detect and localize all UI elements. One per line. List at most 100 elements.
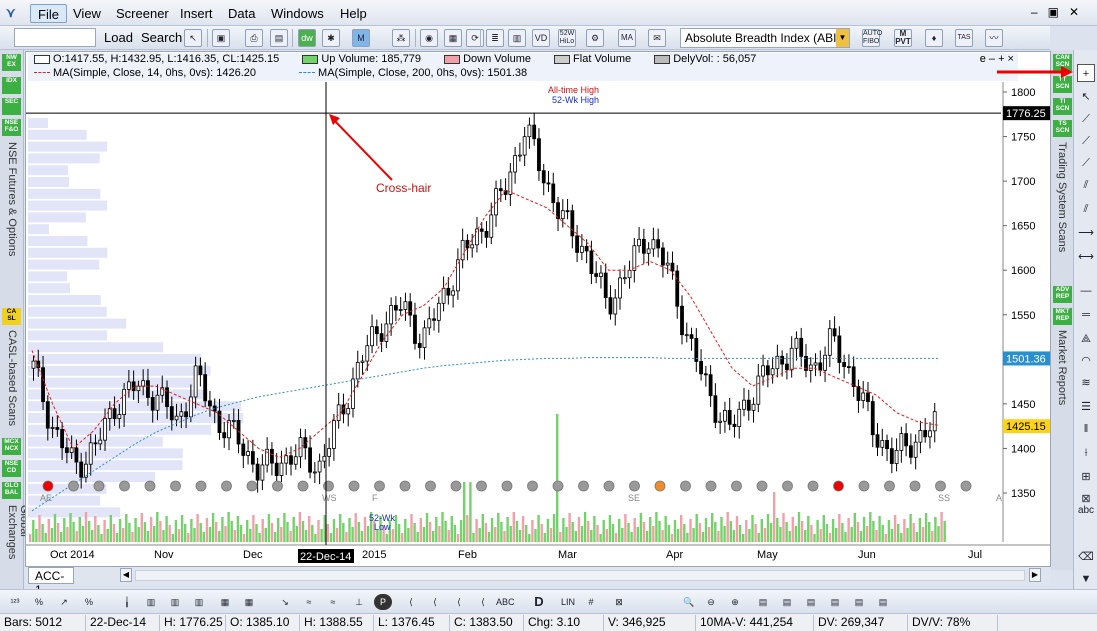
- sec-button[interactable]: SEC: [2, 98, 21, 115]
- scroll-right-icon[interactable]: ▶: [1029, 568, 1041, 582]
- save-icon[interactable]: ▣: [212, 29, 230, 47]
- trend-3-icon[interactable]: ≈: [324, 594, 342, 610]
- idx-button[interactable]: IDX: [2, 77, 21, 94]
- sl-line-tool-icon[interactable]: ⟋: [1077, 132, 1095, 150]
- draw-4-icon[interactable]: ⟨: [474, 594, 492, 610]
- price-chart[interactable]: O:1417.55, H:1432.95, L:1416.35, CL:1425…: [25, 51, 1051, 567]
- report-5-icon[interactable]: ▤: [850, 594, 868, 610]
- globe-icon[interactable]: ◉: [420, 29, 438, 47]
- ray-tool-icon[interactable]: ⟶: [1077, 224, 1095, 242]
- close-icon[interactable]: ✕: [1069, 5, 1089, 19]
- draw-3-icon[interactable]: ⟨: [450, 594, 468, 610]
- app-logo-icon[interactable]: ⋎: [6, 5, 22, 20]
- trading-system-scans-label[interactable]: Trading System Scans: [1056, 142, 1068, 252]
- segment-tool-icon[interactable]: ⟷: [1077, 248, 1095, 266]
- scroll-left-icon[interactable]: ◀: [120, 568, 132, 582]
- chevron-down-icon[interactable]: ▼: [836, 29, 849, 47]
- trend-1-icon[interactable]: ↘: [276, 594, 294, 610]
- fib-time-tool-icon[interactable]: ‖: [1077, 420, 1095, 438]
- nse-cd-button[interactable]: NSE CD: [2, 460, 21, 477]
- cursor-tool-icon[interactable]: ↖: [184, 29, 202, 47]
- crosshair-scale-icon[interactable]: ⊠: [610, 594, 628, 610]
- hline-tool-icon[interactable]: ―: [1077, 282, 1095, 300]
- indicator-icon[interactable]: 〰: [985, 29, 1003, 47]
- casl-panel-label[interactable]: CASL-based Scans: [6, 330, 18, 426]
- casl-button[interactable]: CA SL: [2, 308, 21, 325]
- trend-2-icon[interactable]: ≈: [300, 594, 318, 610]
- nse-fo-panel-label[interactable]: NSE Futures & Options: [6, 142, 18, 256]
- d-style-icon[interactable]: D: [530, 594, 548, 610]
- 52wk-hilo-icon[interactable]: 52W HiLo: [558, 29, 576, 47]
- ti-scn-button[interactable]: TI SCN: [1053, 98, 1072, 115]
- channel-tool-icon[interactable]: ⫽: [1077, 176, 1095, 194]
- search-button[interactable]: Search: [138, 29, 185, 47]
- horizontal-scrollbar[interactable]: [135, 570, 1025, 581]
- zoom-add-icon[interactable]: ⊕: [726, 594, 744, 610]
- eraser-tool-icon[interactable]: ⌫: [1077, 548, 1095, 566]
- minimize-icon[interactable]: –: [1031, 5, 1048, 19]
- report-2-icon[interactable]: ▤: [778, 594, 796, 610]
- menu-screener[interactable]: Screener: [109, 4, 176, 23]
- report-4-icon[interactable]: ▤: [826, 594, 844, 610]
- bar-type-4-icon[interactable]: ▥: [190, 594, 208, 610]
- bar-chart-icon[interactable]: ▥: [508, 29, 526, 47]
- tas-icon[interactable]: TAS: [955, 29, 973, 47]
- report-3-icon[interactable]: ▤: [802, 594, 820, 610]
- refresh-icon[interactable]: ⟳: [466, 29, 484, 47]
- ts-scn-button[interactable]: TS SCN: [1053, 120, 1072, 137]
- menu-file[interactable]: File: [30, 4, 67, 23]
- pointer-tool-icon[interactable]: ↖: [1077, 88, 1095, 106]
- menu-view[interactable]: View: [66, 4, 108, 23]
- fv-icon[interactable]: ≣: [486, 29, 504, 47]
- grid-tool-icon[interactable]: ⊞: [1077, 468, 1095, 486]
- zoom-in-icon[interactable]: 🔍: [680, 594, 698, 610]
- speed-lines-tool-icon[interactable]: ⟊: [1077, 444, 1095, 462]
- restore-icon[interactable]: ▣: [1048, 5, 1069, 19]
- menu-insert[interactable]: Insert: [173, 4, 220, 23]
- bar-type-6-icon[interactable]: ▦: [240, 594, 258, 610]
- market-reports-label[interactable]: Market Reports: [1056, 330, 1068, 405]
- layout-icon[interactable]: ▦: [444, 29, 462, 47]
- fan-tool-icon[interactable]: ⟁: [1077, 330, 1095, 348]
- alert-icon[interactable]: ♦: [925, 29, 943, 47]
- gann-tool-icon[interactable]: ≋: [1077, 374, 1095, 392]
- text-tool-icon[interactable]: abc: [1077, 502, 1095, 520]
- tab-acc-1[interactable]: ACC-1: [28, 567, 74, 597]
- print-preview-icon[interactable]: ▤: [270, 29, 288, 47]
- vd-icon[interactable]: VD: [532, 29, 550, 47]
- parallel-tool-icon[interactable]: ═: [1077, 306, 1095, 324]
- scan-select[interactable]: Absolute Breadth Index (ABI ▼: [680, 28, 850, 48]
- bar-type-5-icon[interactable]: ▦: [216, 594, 234, 610]
- sl-channel-tool-icon[interactable]: ⫽: [1077, 200, 1095, 218]
- report-1-icon[interactable]: ▤: [754, 594, 772, 610]
- menu-windows[interactable]: Windows: [264, 4, 331, 23]
- zoom-out-icon[interactable]: ⊖: [702, 594, 720, 610]
- sl-line2-tool-icon[interactable]: ⟋: [1077, 154, 1095, 172]
- auto-fibo-icon[interactable]: AUTO FIBO: [862, 29, 882, 47]
- indicator-2-icon[interactable]: %: [30, 594, 48, 610]
- abc-label-icon[interactable]: ABC: [496, 594, 515, 610]
- pattern-icon[interactable]: ⁂: [392, 29, 410, 47]
- print-icon[interactable]: ⎙: [245, 29, 263, 47]
- pp-icon[interactable]: P: [374, 594, 392, 610]
- crosshair-tool-icon[interactable]: +: [1077, 64, 1095, 82]
- trendline-tool-icon[interactable]: ⟋: [1077, 110, 1095, 128]
- menu-help[interactable]: Help: [333, 4, 374, 23]
- ma-icon[interactable]: M: [352, 29, 370, 47]
- chart-plot-area[interactable]: 1350140014501500155016001650170017501800…: [26, 52, 1050, 566]
- fib-tool-icon[interactable]: ☰: [1077, 398, 1095, 416]
- envelope-icon[interactable]: ✉: [648, 29, 666, 47]
- settings-icon[interactable]: ⚙: [586, 29, 604, 47]
- trend-4-icon[interactable]: ⊥: [350, 594, 368, 610]
- arc-tool-icon[interactable]: ◠: [1077, 352, 1095, 370]
- indicator-3-icon[interactable]: ↗: [55, 594, 73, 610]
- report-6-icon[interactable]: ▤: [874, 594, 892, 610]
- hash-icon[interactable]: ✱: [322, 29, 340, 47]
- m-pvt-icon[interactable]: M PVT: [894, 29, 912, 47]
- ma-line-icon[interactable]: MA: [618, 29, 636, 47]
- draw-1-icon[interactable]: ⟨: [402, 594, 420, 610]
- bar-type-2-icon[interactable]: ▥: [142, 594, 160, 610]
- nse-fo-button[interactable]: NSE F&O: [2, 119, 21, 136]
- lin-scale-button[interactable]: LIN: [556, 594, 580, 610]
- load-button[interactable]: Load: [101, 29, 136, 47]
